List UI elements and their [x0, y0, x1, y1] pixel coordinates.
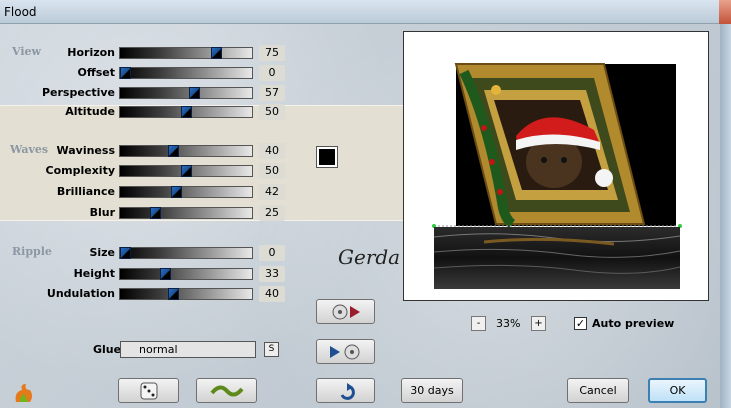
- auto-preview-label: Auto preview: [592, 317, 675, 330]
- hat-pompom: [595, 169, 613, 187]
- close-button-edge[interactable]: [719, 0, 731, 24]
- param-value-undulation: 40: [265, 287, 279, 300]
- reset-button[interactable]: [196, 378, 257, 403]
- window-frame-right: [720, 24, 731, 408]
- slider-thumb-height[interactable]: [160, 268, 171, 280]
- param-label-perspective: Perspective: [41, 86, 115, 99]
- slider-brilliance[interactable]: [119, 186, 253, 198]
- randomize-button[interactable]: [118, 378, 179, 403]
- param-label-blur: Blur: [89, 206, 115, 219]
- slider-thumb-altitude[interactable]: [181, 106, 192, 118]
- dice-icon: [140, 382, 157, 400]
- load-preset-button[interactable]: [316, 299, 375, 324]
- param-value-altitude: 50: [265, 105, 279, 118]
- zoom-out-button[interactable]: -: [471, 316, 486, 331]
- slider-thumb-blur[interactable]: [150, 207, 161, 219]
- title-bar: Flood: [0, 0, 731, 24]
- holly-berry: [489, 159, 495, 165]
- param-label-horizon: Horizon: [67, 46, 115, 59]
- slider-complexity[interactable]: [119, 165, 253, 177]
- param-value-size: 0: [268, 246, 276, 259]
- slider-perspective[interactable]: [119, 87, 253, 99]
- water-reflection: [434, 227, 680, 289]
- param-value-horizon: 75: [265, 46, 279, 59]
- param-label-size: Size: [89, 246, 115, 259]
- slider-thumb-brilliance[interactable]: [171, 186, 182, 198]
- param-label-waviness: Waviness: [56, 144, 116, 157]
- param-label-complexity: Complexity: [45, 164, 116, 177]
- dog-eye-left: [541, 157, 547, 163]
- slider-thumb-offset[interactable]: [120, 67, 131, 79]
- glue-select-button[interactable]: S: [264, 342, 279, 357]
- param-label-height: Height: [73, 267, 115, 280]
- holly-berry: [481, 125, 487, 131]
- holly-berry: [497, 189, 503, 195]
- param-label-brilliance: Brilliance: [56, 185, 115, 198]
- flame-logo-icon: [12, 382, 36, 404]
- slider-altitude[interactable]: [119, 106, 253, 118]
- author-signature: Gerda: [338, 245, 401, 269]
- param-value-complexity: 50: [265, 164, 279, 177]
- slider-offset[interactable]: [119, 67, 253, 79]
- bell-ornament: [491, 85, 501, 95]
- cancel-button[interactable]: Cancel: [567, 378, 629, 403]
- disc-arrow-icon: [332, 304, 360, 320]
- slider-horizon[interactable]: [119, 47, 253, 59]
- undo-arrow-icon: [340, 383, 355, 400]
- slider-thumb-complexity[interactable]: [181, 165, 192, 177]
- param-value-height: 33: [265, 267, 279, 280]
- waves-color-fill: [319, 149, 335, 165]
- zoom-level: 33%: [496, 317, 521, 330]
- slider-waviness[interactable]: [119, 145, 253, 157]
- preview-image: [432, 63, 682, 289]
- slider-thumb-undulation[interactable]: [168, 288, 179, 300]
- preview-panel[interactable]: [403, 31, 709, 301]
- trial-days-button[interactable]: 30 days left: [401, 378, 463, 408]
- save-preset-button[interactable]: [316, 339, 375, 364]
- param-label-altitude: Altitude: [65, 105, 115, 118]
- param-value-perspective: 57: [265, 86, 279, 99]
- wave-icon: [209, 385, 244, 397]
- param-label-undulation: Undulation: [46, 287, 115, 300]
- slider-height[interactable]: [119, 268, 253, 280]
- slider-thumb-size[interactable]: [120, 247, 131, 259]
- param-value-blur: 25: [265, 206, 279, 219]
- waves-color-swatch[interactable]: [316, 146, 338, 168]
- auto-preview-checkbox[interactable]: ✓: [574, 317, 587, 330]
- undo-button[interactable]: [316, 378, 375, 403]
- slider-thumb-waviness[interactable]: [168, 145, 179, 157]
- slider-thumb-perspective[interactable]: [189, 87, 200, 99]
- dog-eye-right: [561, 157, 567, 163]
- slider-undulation[interactable]: [119, 288, 253, 300]
- param-value-brilliance: 42: [265, 185, 279, 198]
- glue-mode-select[interactable]: normal: [120, 341, 256, 358]
- arrow-disc-icon: [329, 344, 359, 360]
- param-label-offset: Offset: [77, 66, 115, 79]
- param-value-offset: 0: [268, 66, 276, 79]
- waves-group-band: [0, 105, 405, 221]
- slider-size[interactable]: [119, 247, 253, 259]
- slider-thumb-horizon[interactable]: [211, 47, 222, 59]
- glue-label: Glue: [93, 343, 122, 356]
- window-title: Flood: [4, 5, 37, 19]
- slider-blur[interactable]: [119, 207, 253, 219]
- ok-button[interactable]: OK: [648, 378, 707, 403]
- zoom-in-button[interactable]: +: [531, 316, 546, 331]
- param-value-waviness: 40: [265, 144, 279, 157]
